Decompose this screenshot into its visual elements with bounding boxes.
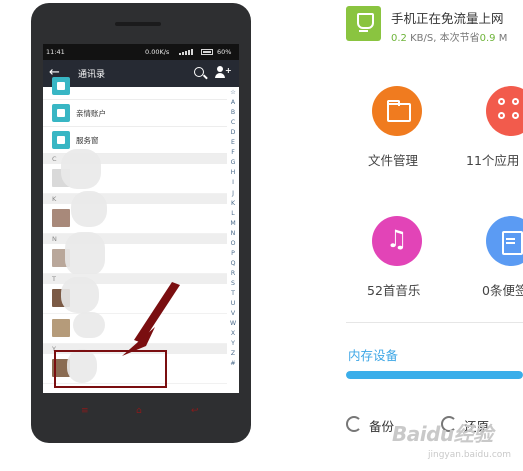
backup-button[interactable]: 备份: [369, 416, 394, 435]
storage-label[interactable]: 内存设备: [348, 345, 398, 364]
tile-label-notes[interactable]: 0条便签: [482, 280, 523, 299]
annotation-arrow: [122, 282, 180, 356]
baidu-watermark: Baidu经验 jingyan.baidu.com: [392, 418, 523, 468]
tile-label-files[interactable]: 文件管理: [368, 150, 418, 169]
annotation-highlight-box: [54, 350, 167, 388]
folder-icon[interactable]: [372, 86, 422, 136]
backup-icon[interactable]: [346, 416, 362, 432]
speed-unit: KB/S,: [410, 33, 437, 44]
speed-value: 0.2: [391, 33, 407, 44]
saved-text: 本次节省: [439, 33, 480, 44]
screenshot-root: 11:41 0.00K/s 60% ← 通讯录 + 亲情账户 服务窗 C K N…: [0, 0, 523, 471]
storage-progress-fill: [346, 371, 523, 379]
notice-subtitle: 0.2 KB/S, 本次节省0.9 M: [391, 29, 507, 44]
watermark-brand: Baidu经验: [392, 422, 493, 446]
saved-value: 0.9: [479, 33, 496, 44]
trophy-icon: [346, 6, 381, 41]
section-divider: [346, 322, 523, 323]
notice-title: 手机正在免流量上网: [391, 11, 504, 26]
tile-label-apps[interactable]: 11个应用: [466, 150, 519, 169]
tile-label-music[interactable]: 52首音乐: [367, 280, 420, 299]
music-icon[interactable]: [372, 216, 422, 266]
watermark-url: jingyan.baidu.com: [428, 450, 512, 460]
storage-progress: [346, 371, 523, 379]
saved-unit: M: [498, 33, 508, 44]
